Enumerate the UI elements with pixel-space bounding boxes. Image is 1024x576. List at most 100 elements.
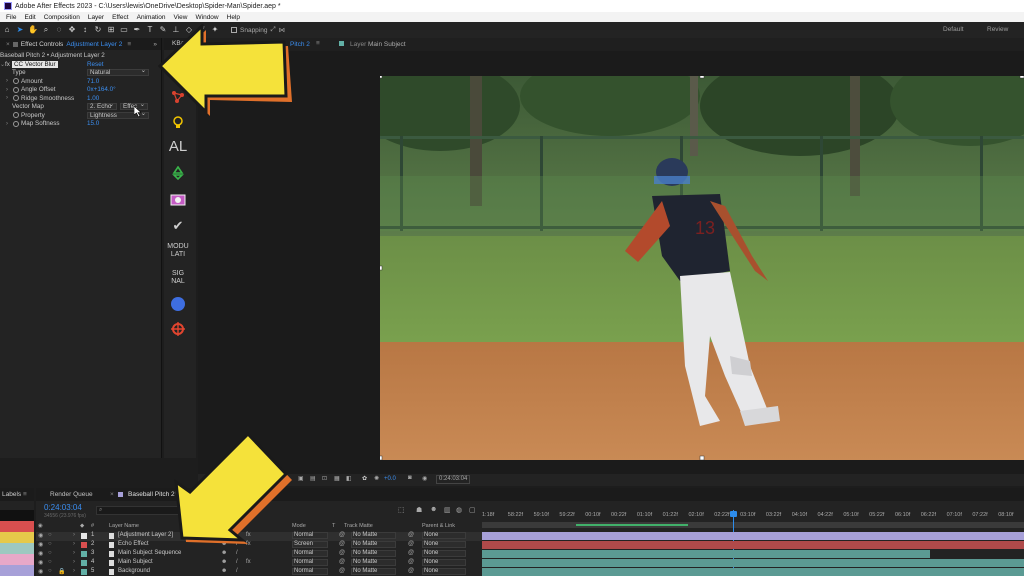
pan-behind-icon[interactable]: ⊞	[106, 25, 116, 35]
effect-controls-tab[interactable]: × Effect Controls Adjustment Layer 2 ≡ »	[0, 38, 161, 50]
label-swatch-yellow[interactable]	[0, 532, 34, 543]
selection-tool-icon[interactable]: ➤	[15, 25, 25, 35]
label-swatch-pink[interactable]	[0, 554, 34, 565]
effect-header-row[interactable]: ⌄ fx CC Vector Blur Reset	[0, 60, 161, 69]
amount-value[interactable]: 71.0	[87, 78, 99, 85]
solo-icon[interactable]: ○	[48, 541, 52, 547]
mode-dropdown[interactable]: Normal	[292, 550, 328, 557]
blue-circle-plugin-icon[interactable]	[170, 296, 186, 312]
timeline-comp-tab[interactable]: Baseball Pitch 2	[128, 491, 175, 498]
effect-name[interactable]: CC Vector Blur	[12, 60, 58, 68]
playhead-handle[interactable]	[730, 511, 737, 517]
layer-tab-prefix[interactable]: Layer	[350, 41, 366, 48]
layer-bar-4[interactable]	[482, 559, 1024, 567]
checkmark-icon[interactable]: ✔	[164, 218, 192, 234]
layer-name[interactable]: Main Subject Sequence	[118, 550, 181, 556]
dolly-tool-icon[interactable]: ↕	[80, 25, 90, 35]
parent-dropdown[interactable]: None	[422, 532, 466, 539]
orbit-tool-icon[interactable]: ◌	[54, 25, 64, 35]
show-snapshot-icon[interactable]: ◉	[422, 475, 427, 482]
layer-row[interactable]: ◉ ○ › 3 Main Subject Sequence ☻ / Normal @ No Mat…	[36, 550, 482, 559]
stopwatch-icon[interactable]	[13, 86, 19, 93]
zoom-tool-icon[interactable]: ⌕	[41, 25, 51, 35]
layer-tab-name[interactable]: Main Subject	[368, 41, 406, 48]
timeline-timecode[interactable]: 0:24:03:04	[44, 503, 82, 512]
menu-animation[interactable]: Animation	[137, 14, 166, 21]
shy-layers-icon[interactable]: ☻	[430, 506, 437, 513]
mode-dropdown[interactable]: Normal	[292, 568, 328, 575]
render-queue-tab[interactable]: Render Queue	[50, 491, 93, 498]
workspace-review[interactable]: Review	[987, 22, 1008, 38]
parent-dropdown[interactable]: None	[422, 550, 466, 557]
twirl-icon[interactable]: ›	[73, 532, 75, 538]
track-matte-dropdown[interactable]: No Matte	[351, 559, 396, 566]
workspace-default[interactable]: Default	[943, 22, 964, 38]
menu-composition[interactable]: Composition	[44, 14, 80, 21]
camera-icon[interactable]	[170, 193, 186, 206]
eye-icon[interactable]: ◉	[38, 532, 43, 539]
map-softness-value[interactable]: 15.0	[87, 120, 99, 127]
parent-dropdown[interactable]: None	[422, 559, 466, 566]
layer-name-header[interactable]: Layer Name	[109, 523, 139, 529]
close-icon[interactable]: ×	[110, 491, 114, 498]
effect-reset-link[interactable]: Reset	[87, 61, 103, 68]
shy-switch-icon[interactable]: ☻	[221, 559, 227, 565]
stopwatch-icon[interactable]	[13, 95, 19, 102]
twirl-icon[interactable]: ›	[6, 95, 8, 101]
type-dropdown[interactable]: Natural	[87, 68, 149, 77]
layer-bar-3[interactable]	[482, 550, 930, 558]
exposure-icon[interactable]: ✺	[374, 475, 379, 482]
viewer-grid-icon[interactable]: ▣	[298, 475, 304, 482]
eye-icon[interactable]: ◉	[38, 568, 43, 575]
quality-switch-icon[interactable]: /	[236, 559, 238, 565]
fx-toggle-icon[interactable]: fx	[5, 61, 10, 68]
exposure-value[interactable]: +0.0	[384, 476, 396, 482]
matte-pickwhip-icon[interactable]: @	[339, 568, 345, 574]
hand-tool-icon[interactable]: ✋	[28, 25, 38, 35]
composition-flowchart-icon[interactable]: ⬚	[398, 506, 405, 514]
layer-name[interactable]: Background	[118, 568, 150, 574]
solo-icon[interactable]: ○	[48, 568, 52, 574]
eye-icon[interactable]: ◉	[38, 550, 43, 557]
stopwatch-icon[interactable]	[13, 120, 19, 127]
red-target-plugin-icon[interactable]	[171, 322, 185, 336]
comp-tab-menu-icon[interactable]: ≡	[316, 40, 320, 47]
vector-map-layer-dropdown[interactable]: 2. Echo	[87, 102, 117, 111]
menu-effect[interactable]: Effect	[112, 14, 129, 21]
eye-icon[interactable]: ◉	[38, 559, 43, 566]
track-matte-dropdown[interactable]: No Matte	[351, 541, 396, 548]
label-swatch-aqua[interactable]	[0, 543, 34, 554]
solo-icon[interactable]: ○	[48, 550, 52, 556]
color-wheel-icon[interactable]: ✿	[362, 475, 367, 482]
frame-blending-icon[interactable]: ▥	[444, 506, 451, 514]
parent-pickwhip-icon[interactable]: @	[408, 550, 414, 556]
twirl-icon[interactable]: ›	[6, 121, 8, 127]
twirl-icon[interactable]: ›	[6, 78, 8, 84]
layer-label-swatch[interactable]	[81, 560, 87, 566]
twirl-icon[interactable]: ›	[73, 550, 75, 556]
viewer-channel-icon[interactable]: ◧	[346, 475, 352, 482]
menu-file[interactable]: File	[6, 14, 16, 21]
labels-menu-icon[interactable]: ≡	[23, 491, 27, 498]
lock-icon[interactable]: 🔒	[58, 568, 65, 575]
solo-icon[interactable]: ○	[48, 532, 52, 538]
twirl-icon[interactable]: ›	[73, 559, 75, 565]
matte-pickwhip-icon[interactable]: @	[339, 541, 345, 547]
panel-menu-icon[interactable]: ≡	[127, 41, 131, 48]
angle-offset-value[interactable]: 0x+164.0°	[87, 86, 116, 93]
track-matte-dropdown[interactable]: No Matte	[351, 550, 396, 557]
stopwatch-icon[interactable]	[13, 78, 19, 85]
type-tool-icon[interactable]: T	[145, 25, 155, 35]
menu-window[interactable]: Window	[196, 14, 219, 21]
viewer-region-icon[interactable]: ⊡	[322, 475, 327, 482]
footage-frame[interactable]: 13	[380, 76, 1024, 460]
viewer-timecode[interactable]: 0:24:03:04	[436, 475, 470, 484]
label-swatch-red[interactable]	[0, 521, 34, 532]
draft-3d-icon[interactable]: ☗	[416, 506, 422, 514]
menu-layer[interactable]: Layer	[88, 14, 104, 21]
twirl-icon[interactable]: ›	[73, 541, 75, 547]
viewer-mask-icon[interactable]: ▤	[310, 475, 316, 482]
shy-switch-icon[interactable]: ☻	[221, 568, 227, 574]
pen-tool-icon[interactable]: ✒	[132, 25, 142, 35]
panel-lock-icon[interactable]	[12, 41, 18, 47]
